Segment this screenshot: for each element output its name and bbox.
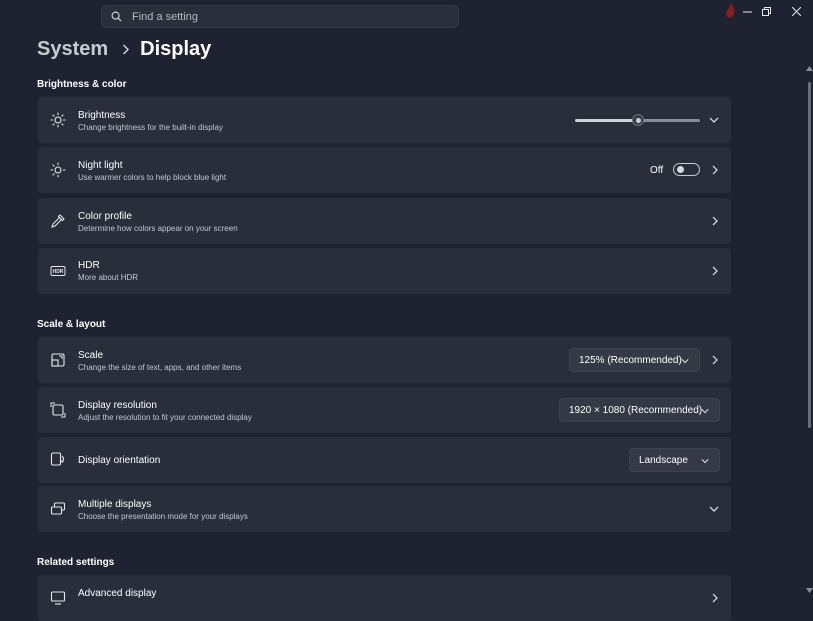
- chevron-right-icon[interactable]: [710, 355, 720, 365]
- breadcrumb: System Display: [37, 38, 211, 61]
- hdr-title: HDR: [78, 260, 100, 271]
- resolution-icon: [50, 402, 66, 418]
- night-light-state: Off: [650, 165, 664, 176]
- brightness-card[interactable]: Brightness Change brightness for the bui…: [38, 97, 731, 143]
- close-icon: [791, 6, 801, 16]
- brightness-slider-track: [638, 119, 700, 122]
- orientation-title: Display orientation: [78, 455, 161, 466]
- night-light-card[interactable]: Night light Use warmer colors to help bl…: [38, 147, 731, 193]
- chevron-right-icon[interactable]: [710, 216, 720, 226]
- scale-card[interactable]: Scale Change the size of text, apps, and…: [38, 337, 731, 383]
- scale-title: Scale: [78, 350, 104, 361]
- scroll-up-icon[interactable]: [806, 66, 813, 72]
- search-icon: [111, 11, 122, 22]
- color-profile-title: Color profile: [78, 211, 132, 222]
- display-resolution-card[interactable]: Display resolution Adjust the resolution…: [38, 387, 731, 433]
- multiple-displays-title: Multiple displays: [78, 499, 152, 510]
- multiple-displays-icon: [50, 502, 66, 515]
- monitor-icon: [50, 591, 66, 605]
- multiple-displays-card[interactable]: Multiple displays Choose the presentatio…: [38, 486, 731, 532]
- night-light-subtitle: Use warmer colors to help block blue lig…: [78, 173, 227, 182]
- color-profile-subtitle: Determine how colors appear on your scre…: [78, 224, 238, 233]
- svg-text:HDR: HDR: [53, 269, 64, 275]
- chevron-right-icon[interactable]: [710, 593, 720, 603]
- scale-icon: [51, 353, 65, 367]
- resolution-dropdown[interactable]: 1920 × 1080 (Recommended): [559, 398, 720, 422]
- color-profile-card[interactable]: Color profile Determine how colors appea…: [38, 198, 731, 244]
- scroll-down-icon[interactable]: [806, 588, 813, 594]
- advanced-display-card[interactable]: Advanced display: [38, 575, 731, 621]
- scrollbar-thumb[interactable]: [808, 82, 811, 428]
- section-heading-brightness-color: Brightness & color: [37, 79, 127, 90]
- hdr-card[interactable]: HDR HDR More about HDR: [38, 248, 731, 294]
- brightness-slider[interactable]: [575, 114, 700, 126]
- page-title: Display: [140, 38, 212, 60]
- restore-icon: [761, 6, 771, 16]
- chevron-down-icon: [681, 359, 689, 364]
- night-light-title: Night light: [78, 160, 123, 171]
- night-light-toggle[interactable]: [673, 163, 700, 176]
- chevron-right-icon[interactable]: [710, 165, 720, 175]
- moon-sun-icon: [50, 162, 66, 178]
- brightness-title: Brightness: [78, 110, 126, 121]
- search-box[interactable]: [101, 5, 459, 28]
- chevron-down-icon: [701, 409, 709, 414]
- hdr-icon: HDR: [50, 266, 66, 276]
- resolution-dropdown-value: 1920 × 1080 (Recommended): [569, 404, 703, 416]
- brightness-subtitle: Change brightness for the built-in displ…: [78, 123, 223, 132]
- eyedropper-icon: [51, 214, 65, 228]
- display-orientation-card[interactable]: Display orientation Landscape: [38, 437, 731, 483]
- section-heading-related-settings: Related settings: [37, 557, 115, 568]
- resolution-subtitle: Adjust the resolution to fit your connec…: [78, 413, 252, 422]
- hdr-link[interactable]: More about HDR: [78, 273, 138, 282]
- advanced-display-title: Advanced display: [78, 588, 157, 599]
- section-heading-scale-layout: Scale & layout: [37, 319, 106, 330]
- sun-icon: [50, 112, 66, 128]
- orientation-dropdown-value: Landscape: [639, 454, 688, 466]
- scale-dropdown[interactable]: 125% (Recommended): [569, 348, 700, 372]
- brightness-slider-fill: [575, 119, 638, 122]
- orientation-dropdown[interactable]: Landscape: [629, 448, 720, 472]
- chevron-right-icon[interactable]: [710, 266, 720, 276]
- chevron-down-icon: [701, 459, 709, 464]
- multiple-displays-subtitle: Choose the presentation mode for your di…: [78, 512, 248, 521]
- resolution-title: Display resolution: [78, 400, 157, 411]
- maximize-button[interactable]: [751, 0, 781, 22]
- close-button[interactable]: [781, 0, 811, 22]
- orientation-icon: [50, 452, 65, 466]
- scale-dropdown-value: 125% (Recommended): [579, 354, 682, 366]
- scale-subtitle: Change the size of text, apps, and other…: [78, 363, 242, 372]
- breadcrumb-system[interactable]: System: [37, 38, 108, 61]
- chevron-down-icon[interactable]: [709, 115, 719, 125]
- chevron-down-icon[interactable]: [709, 504, 719, 514]
- brightness-slider-thumb[interactable]: [632, 114, 644, 126]
- search-input[interactable]: [130, 9, 434, 24]
- breadcrumb-separator-icon: [122, 44, 130, 55]
